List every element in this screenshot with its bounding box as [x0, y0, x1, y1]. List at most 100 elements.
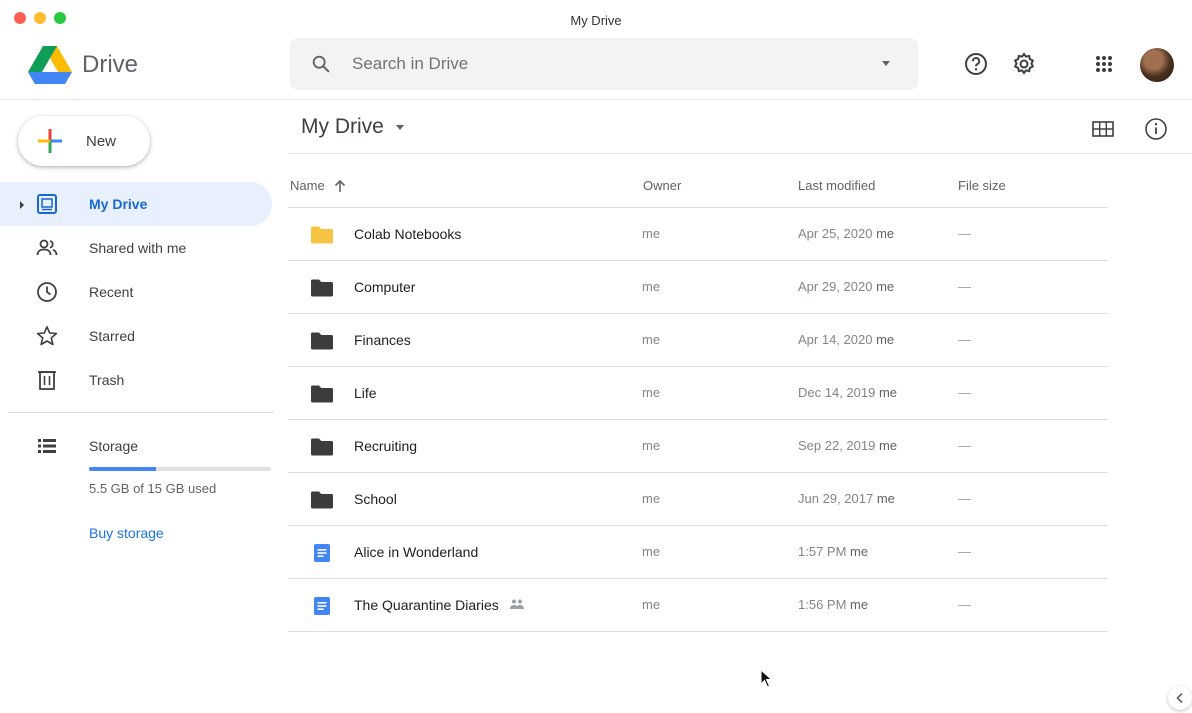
- file-owner: me: [642, 226, 661, 241]
- search-icon[interactable]: [310, 53, 332, 75]
- sidebar-item-my-drive[interactable]: My Drive: [0, 182, 272, 226]
- sidebar-item-label: Starred: [89, 328, 135, 344]
- settings-icon[interactable]: [1010, 50, 1038, 78]
- sidebar-divider: [8, 412, 274, 413]
- sidebar-item-label: My Drive: [89, 196, 148, 212]
- expand-arrow-icon[interactable]: [20, 201, 24, 209]
- file-owner: me: [642, 385, 661, 400]
- buy-storage-link[interactable]: Buy storage: [89, 525, 164, 541]
- main-content: My Drive Name Owner Last modified File s…: [288, 100, 1192, 713]
- breadcrumb[interactable]: My Drive: [301, 115, 404, 139]
- folder-icon: [311, 226, 333, 244]
- app-header: Drive: [0, 32, 1192, 100]
- sidebar-item-starred[interactable]: Starred: [0, 314, 272, 358]
- table-row[interactable]: Computer me Apr 29, 2020 me —: [288, 261, 1108, 314]
- modified-by: me: [876, 279, 895, 294]
- file-size: —: [958, 544, 971, 559]
- modified-date: 1:56 PM: [798, 597, 847, 612]
- folder-icon: [311, 332, 333, 350]
- sidebar-item-label: Recent: [89, 284, 134, 300]
- brand-name: Drive: [82, 51, 139, 78]
- column-header-owner[interactable]: Owner: [643, 178, 681, 193]
- grid-view-icon[interactable]: [1090, 116, 1116, 142]
- file-last-modified: Apr 29, 2020 me: [798, 279, 894, 294]
- drive-logo-icon[interactable]: [28, 46, 72, 84]
- table-row[interactable]: Alice in Wonderland me 1:57 PM me —: [288, 526, 1108, 579]
- star-icon: [36, 325, 58, 346]
- file-size: —: [958, 385, 971, 400]
- search-bar[interactable]: [290, 38, 918, 90]
- info-icon[interactable]: [1143, 116, 1169, 142]
- plus-icon: [38, 129, 62, 153]
- sidebar: New My Drive Shared with me Recent Starr…: [0, 100, 280, 713]
- modified-date: 1:57 PM: [798, 544, 847, 559]
- storage-usage-fill: [89, 467, 156, 471]
- account-avatar[interactable]: [1140, 48, 1174, 82]
- window-title: My Drive: [570, 13, 622, 28]
- folder-icon: [311, 438, 333, 456]
- table-row[interactable]: School me Jun 29, 2017 me —: [288, 473, 1108, 526]
- sidebar-item-label: Trash: [89, 372, 125, 388]
- file-name[interactable]: Computer: [354, 279, 415, 295]
- modified-date: Apr 14, 2020: [798, 332, 873, 347]
- file-last-modified: 1:56 PM me: [798, 597, 868, 612]
- modified-by: me: [850, 597, 869, 612]
- sidebar-item-label: Shared with me: [89, 240, 187, 256]
- folder-icon: [311, 385, 333, 403]
- folder-icon: [311, 279, 333, 297]
- file-name[interactable]: Colab Notebooks: [354, 226, 461, 242]
- table-row[interactable]: Colab Notebooks me Apr 25, 2020 me —: [288, 208, 1108, 261]
- sort-up-arrow-icon[interactable]: [333, 179, 347, 193]
- help-icon[interactable]: [962, 50, 990, 78]
- file-name[interactable]: Recruiting: [354, 438, 417, 454]
- file-name[interactable]: Finances: [354, 332, 411, 348]
- file-last-modified: Apr 25, 2020 me: [798, 226, 894, 241]
- search-input[interactable]: [352, 38, 852, 90]
- storage-usage-bar: [89, 467, 271, 471]
- table-row[interactable]: Recruiting me Sep 22, 2019 me —: [288, 420, 1108, 473]
- page-title[interactable]: My Drive: [301, 115, 384, 139]
- shared-people-icon: [509, 597, 525, 609]
- modified-date: Apr 25, 2020: [798, 226, 873, 241]
- storage-used-text: 5.5 GB of 15 GB used: [89, 481, 217, 496]
- file-name[interactable]: School: [354, 491, 397, 507]
- column-header-file-size[interactable]: File size: [958, 178, 1006, 193]
- file-owner: me: [642, 438, 661, 453]
- table-row[interactable]: The Quarantine Diaries me 1:56 PM me —: [288, 579, 1108, 632]
- my-drive-icon: [37, 194, 57, 214]
- trash-icon: [38, 371, 56, 390]
- file-name[interactable]: Alice in Wonderland: [354, 544, 478, 560]
- file-last-modified: Jun 29, 2017 me: [798, 491, 895, 506]
- chevron-down-icon[interactable]: [395, 124, 404, 130]
- file-owner: me: [642, 597, 661, 612]
- modified-date: Dec 14, 2019: [798, 385, 876, 400]
- modified-by: me: [876, 491, 895, 506]
- file-name[interactable]: The Quarantine Diaries: [354, 597, 499, 613]
- file-name[interactable]: Life: [354, 385, 377, 401]
- table-row[interactable]: Finances me Apr 14, 2020 me —: [288, 314, 1108, 367]
- modified-by: me: [878, 438, 898, 453]
- new-button-label: New: [86, 133, 117, 150]
- file-size: —: [958, 332, 971, 347]
- clock-icon: [37, 282, 57, 302]
- file-last-modified: Apr 14, 2020 me: [798, 332, 894, 347]
- search-options-dropdown-icon[interactable]: [882, 61, 890, 66]
- sidebar-item-recent[interactable]: Recent: [0, 270, 272, 314]
- file-owner: me: [642, 491, 661, 506]
- google-doc-icon: [314, 544, 330, 562]
- column-name-label: Name: [290, 178, 325, 193]
- table-row[interactable]: Life me Dec 14, 2019 me —: [288, 367, 1108, 420]
- storage-icon: [38, 439, 56, 453]
- file-size: —: [958, 279, 971, 294]
- modified-date: Sep 22, 2019: [798, 438, 876, 453]
- collapse-side-panel-button[interactable]: [1168, 686, 1192, 710]
- column-header-last-modified[interactable]: Last modified: [798, 178, 875, 193]
- apps-grid-icon[interactable]: [1090, 50, 1118, 78]
- sidebar-item-trash[interactable]: Trash: [0, 358, 272, 402]
- file-owner: me: [642, 279, 661, 294]
- file-last-modified: 1:57 PM me: [798, 544, 868, 559]
- sidebar-item-shared-with-me[interactable]: Shared with me: [0, 226, 272, 270]
- column-header-name[interactable]: Name: [290, 178, 347, 193]
- file-owner: me: [642, 544, 661, 559]
- new-button[interactable]: New: [18, 116, 150, 166]
